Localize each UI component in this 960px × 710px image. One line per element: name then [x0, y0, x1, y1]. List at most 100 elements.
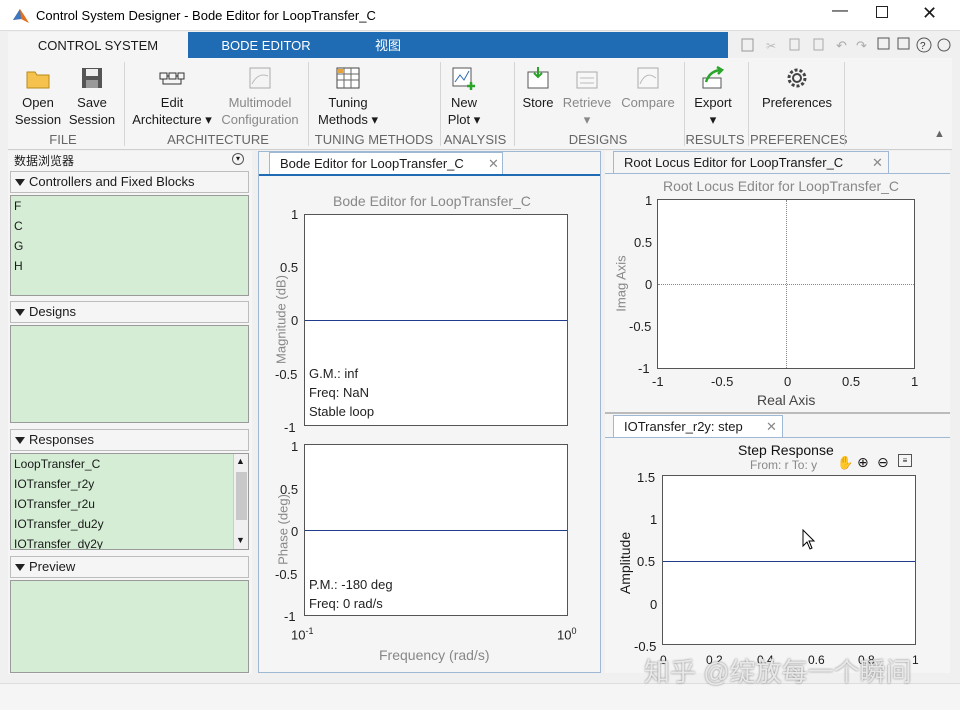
legend-toggle-icon[interactable]: ≡	[898, 454, 912, 467]
ribbon: Open Session Save Session FILE Edit Archite…	[8, 58, 952, 150]
retrieve-button[interactable]: Retrieve ▾	[560, 66, 614, 128]
tuning-methods-button[interactable]: Tuning Methods ▾	[314, 66, 382, 128]
compare-label: Compare	[621, 95, 675, 110]
chevron-down-icon: ▾	[583, 112, 591, 127]
x-tick-base: 10	[557, 627, 572, 643]
data-browser-panel: 数据浏览器 ▾ Controllers and Fixed Blocks F C…	[8, 151, 252, 674]
ribbon-tab-bar: CONTROL SYSTEM BODE EDITOR 视图 ✂ ↶ ↷ ?	[8, 32, 952, 58]
section-preview-header[interactable]: Preview	[10, 556, 249, 578]
section-designs-header[interactable]: Designs	[10, 301, 249, 323]
list-item[interactable]: IOTransfer_r2u	[11, 494, 248, 514]
real-axis-label: Real Axis	[757, 392, 816, 408]
edit-architecture-button[interactable]: Edit Architecture ▾	[130, 66, 214, 128]
step-response-trace	[663, 561, 915, 562]
panel-splitter[interactable]	[605, 412, 950, 414]
list-item[interactable]: LoopTransfer_C	[11, 454, 248, 474]
tab-bode-editor[interactable]: BODE EDITOR	[196, 32, 336, 58]
list-item[interactable]: G	[11, 236, 248, 256]
list-item[interactable]: C	[11, 216, 248, 236]
group-architecture-label: ARCHITECTURE	[167, 132, 269, 147]
data-browser-title: 数据浏览器	[14, 154, 75, 168]
gear-icon	[787, 68, 807, 88]
phase-axis-label: Phase (deg)	[275, 494, 291, 565]
group-tuning-label: TUNING METHODS	[314, 132, 434, 147]
store-button[interactable]: Store	[518, 66, 558, 111]
save-session-button[interactable]: Save Session	[66, 66, 118, 128]
responses-scrollbar[interactable]: ▲ ▼	[233, 454, 248, 549]
magnitude-plot[interactable]: G.M.: inf Freq: NaN Stable loop	[304, 214, 568, 426]
root-locus-title: Root Locus Editor for LoopTransfer_C	[663, 178, 900, 194]
stability-text: Stable loop	[309, 404, 375, 419]
close-icon[interactable]: ✕	[766, 416, 777, 437]
tab-control-system[interactable]: CONTROL SYSTEM	[8, 32, 188, 58]
y-tick-label: -1	[638, 361, 650, 376]
magnitude-axis-label: Magnitude (dB)	[273, 275, 289, 364]
preferences-button[interactable]: Preferences	[752, 66, 842, 111]
compare-button[interactable]: Compare	[618, 66, 678, 111]
section-responses-header[interactable]: Responses	[10, 429, 249, 451]
magnitude-trace	[305, 320, 567, 321]
new-plot-label-2: Plot	[447, 112, 471, 127]
tab-view[interactable]: 视图	[358, 32, 418, 58]
ribbon-separator	[844, 62, 845, 146]
root-locus-plot[interactable]	[657, 199, 915, 369]
tab-root-locus-editor[interactable]: Root Locus Editor for LoopTransfer_C ✕	[613, 151, 889, 173]
tuning-label-1: Tuning	[328, 95, 368, 110]
ribbon-separator	[514, 62, 515, 146]
pan-hand-icon[interactable]: ✋	[837, 455, 853, 471]
close-window-button[interactable]: ✕	[922, 3, 937, 24]
group-results-label: RESULTS	[685, 132, 745, 147]
imag-axis-label: Imag Axis	[613, 255, 629, 312]
scroll-down-icon[interactable]: ▼	[236, 534, 245, 546]
new-plot-icon	[452, 67, 475, 90]
multimodel-label-2: Configuration	[221, 112, 299, 127]
phase-trace	[305, 530, 567, 531]
minimize-button[interactable]: —	[832, 2, 848, 20]
y-tick-label: -0.5	[629, 319, 652, 334]
chevron-down-icon: ▾	[709, 112, 717, 127]
svg-text:↷: ↷	[856, 38, 868, 53]
y-tick-label: 1	[645, 193, 653, 208]
scrollbar-thumb[interactable]	[236, 472, 247, 520]
open-label-2: Session	[14, 112, 62, 127]
y-tick-label: 1	[291, 207, 299, 222]
x-tick-label: 0	[784, 374, 792, 389]
export-button[interactable]: Export ▾	[688, 66, 738, 128]
tab-bode-editor-document[interactable]: Bode Editor for LoopTransfer_C ✕	[269, 152, 503, 174]
new-plot-button[interactable]: New Plot ▾	[444, 66, 484, 128]
multimodel-configuration-button[interactable]: Multimodel Configuration	[218, 66, 302, 128]
close-icon[interactable]: ✕	[872, 152, 883, 173]
collapse-ribbon-icon[interactable]: ▲	[934, 128, 945, 140]
list-item[interactable]: IOTransfer_dy2y	[11, 534, 248, 549]
section-controllers-header[interactable]: Controllers and Fixed Blocks	[10, 171, 249, 193]
edit-arch-label-2: Architecture	[132, 112, 202, 127]
x-tick-exponent: -1	[305, 626, 314, 636]
list-item[interactable]: F	[11, 196, 248, 216]
step-response-plot[interactable]	[662, 475, 916, 645]
list-item[interactable]: IOTransfer_du2y	[11, 514, 248, 534]
tab-underline	[605, 173, 950, 174]
close-icon[interactable]: ✕	[488, 153, 499, 174]
y-tick-label: 1	[291, 439, 299, 454]
tab-step-response[interactable]: IOTransfer_r2y: step ✕	[613, 415, 783, 437]
list-item[interactable]: H	[11, 256, 248, 276]
new-plot-label-1: New	[450, 95, 477, 110]
root-locus-tab-label: Root Locus Editor for LoopTransfer_C	[624, 155, 844, 170]
step-tab-label: IOTransfer_r2y: step	[624, 419, 743, 434]
quick-access-icons[interactable]: ✂ ↶ ↷ ?	[728, 32, 952, 58]
export-icon	[702, 66, 725, 89]
maximize-button[interactable]	[876, 6, 888, 18]
svg-text:?: ?	[920, 41, 926, 52]
folder-open-icon	[26, 71, 50, 89]
export-label: Export	[694, 95, 732, 110]
phase-plot[interactable]: P.M.: -180 deg Freq: 0 rad/s	[304, 444, 568, 616]
browser-menu-icon[interactable]: ▾	[232, 153, 244, 165]
tab-underline	[259, 174, 600, 176]
title-bar: Control System Designer - Bode Editor fo…	[0, 0, 960, 31]
open-session-button[interactable]: Open Session	[12, 66, 64, 128]
zoom-in-icon[interactable]: ⊕	[857, 454, 869, 471]
scroll-up-icon[interactable]: ▲	[236, 455, 245, 467]
zoom-out-icon[interactable]: ⊖	[877, 454, 889, 471]
list-item[interactable]: IOTransfer_r2y	[11, 474, 248, 494]
gm-frequency-text: Freq: NaN	[309, 385, 369, 400]
